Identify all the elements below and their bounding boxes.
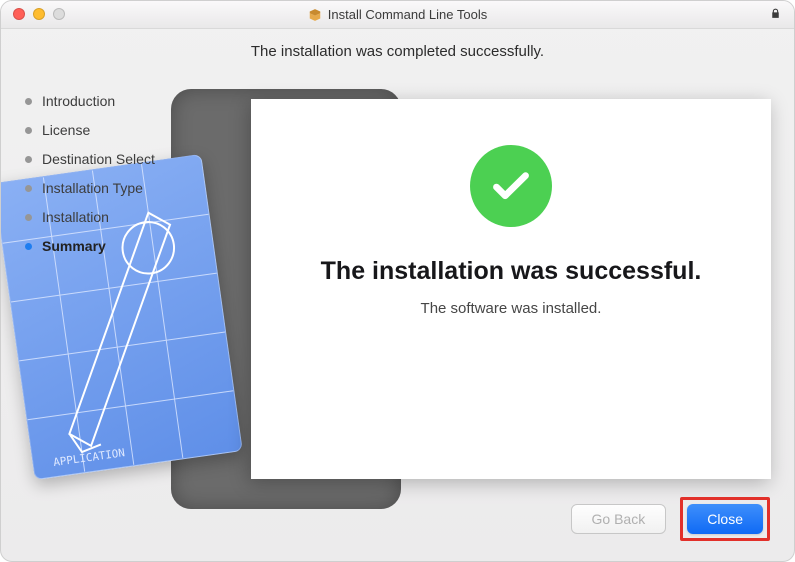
annotation-highlight: Close [680,497,770,541]
close-button[interactable]: Close [687,504,763,534]
window-close-button[interactable] [13,8,25,20]
traffic-lights [13,8,65,20]
sidebar-item-label: Summary [42,238,106,254]
window-title: Install Command Line Tools [328,7,487,22]
bullet-icon [25,214,32,221]
sidebar-item-summary: Summary [25,238,236,254]
panel-subtitle: The software was installed. [421,300,602,317]
sidebar-item-installation: Installation [25,209,236,225]
window-zoom-button [53,8,65,20]
package-icon [308,8,322,22]
titlebar: Install Command Line Tools [1,1,794,29]
steps-sidebar: Introduction License Destination Select … [1,29,236,561]
sidebar-item-introduction: Introduction [25,93,236,109]
window-minimize-button[interactable] [33,8,45,20]
bullet-icon [25,243,32,250]
bullet-icon [25,127,32,134]
sidebar-item-label: License [42,122,90,138]
panel-title: The installation was successful. [321,257,702,286]
sidebar-item-destination-select: Destination Select [25,151,236,167]
sidebar-item-label: Introduction [42,93,115,109]
installer-window: Install Command Line Tools The installat… [0,0,795,562]
go-back-button: Go Back [571,504,667,534]
summary-panel: The installation was successful. The sof… [251,99,771,479]
sidebar-item-installation-type: Installation Type [25,180,236,196]
success-check-icon [470,145,552,227]
content: The installation was completed successfu… [1,29,794,561]
bullet-icon [25,185,32,192]
sidebar-item-label: Destination Select [42,151,155,167]
lock-icon [769,7,782,23]
bullet-icon [25,98,32,105]
sidebar-item-label: Installation [42,209,109,225]
bullet-icon [25,156,32,163]
footer: Go Back Close [571,497,771,541]
sidebar-item-license: License [25,122,236,138]
sidebar-item-label: Installation Type [42,180,143,196]
